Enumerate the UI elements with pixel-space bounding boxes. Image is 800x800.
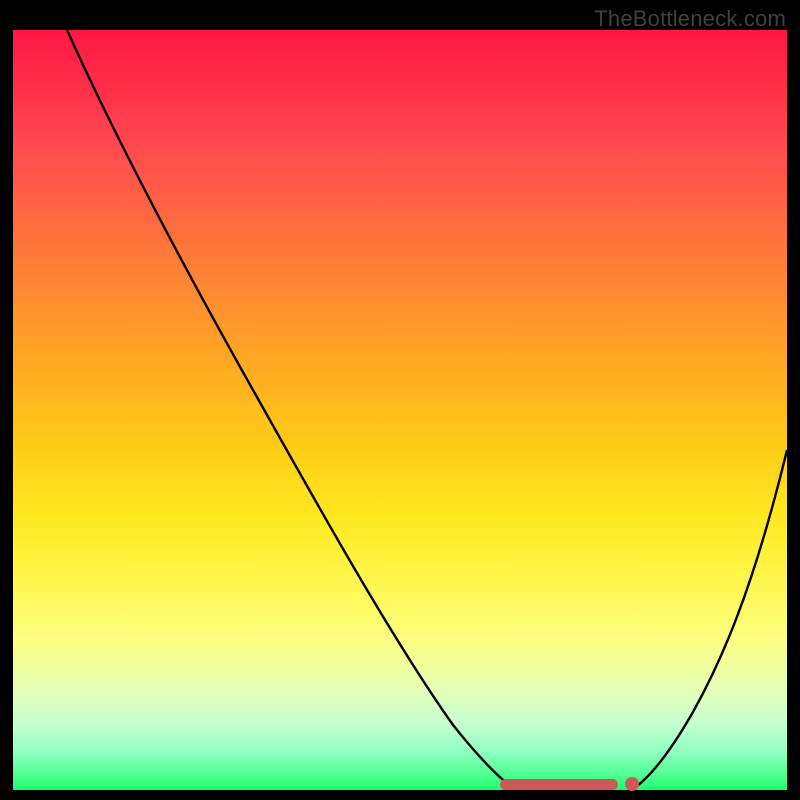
- flat-region-marker: [500, 779, 618, 790]
- endpoint-dot-marker: [625, 777, 639, 791]
- chart-plot-area: [13, 30, 787, 790]
- watermark-text: TheBottleneck.com: [594, 6, 786, 32]
- left-curve-path: [67, 30, 515, 789]
- right-curve-path: [633, 450, 787, 789]
- chart-curves-svg: [13, 30, 787, 790]
